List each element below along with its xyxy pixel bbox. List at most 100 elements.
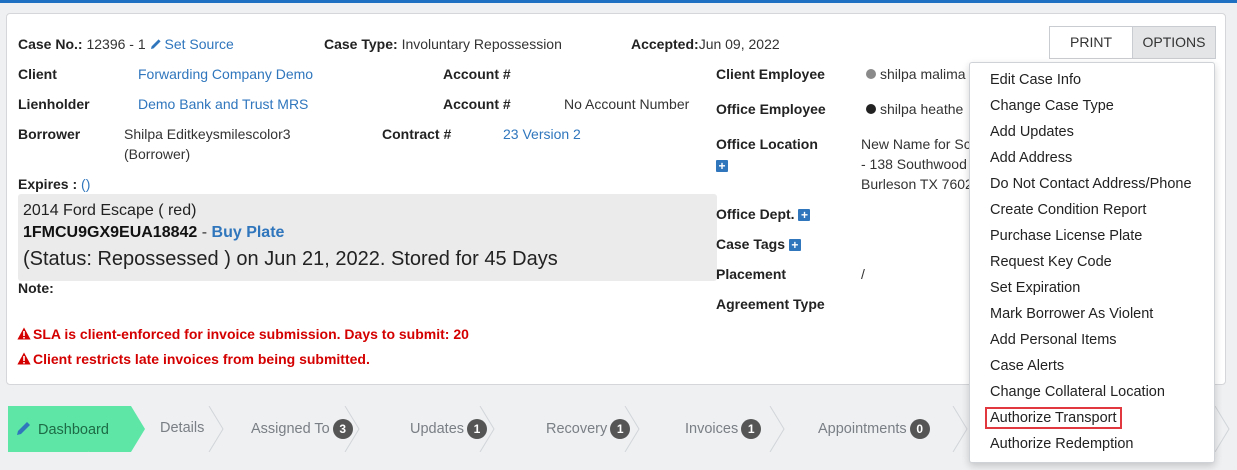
late-invoice-alert-text: Client restricts late invoices from bein…: [33, 351, 370, 367]
menu-item-set-expiration[interactable]: Set Expiration: [970, 275, 1214, 301]
menu-item-add-personal-items[interactable]: Add Personal Items: [970, 327, 1214, 353]
menu-item-change-collateral-location[interactable]: Change Collateral Location: [970, 379, 1214, 405]
accepted-label: Accepted:: [631, 36, 699, 52]
client-employee: shilpa malima: [866, 66, 966, 82]
menu-item-do-not-contact[interactable]: Do Not Contact Address/Phone: [970, 171, 1214, 197]
menu-item-authorize-redemption[interactable]: Authorize Redemption: [970, 431, 1214, 457]
placement-value: /: [861, 266, 865, 282]
options-button[interactable]: OPTIONS: [1132, 26, 1216, 59]
expires-link[interactable]: (): [81, 176, 90, 192]
tab-details-label: Details: [160, 420, 205, 436]
tab-assigned-to[interactable]: Assigned To 3: [251, 419, 353, 439]
tab-invoices-label: Invoices: [685, 421, 739, 437]
tab-appointments[interactable]: Appointments 0: [818, 419, 930, 439]
add-case-tag-plus-icon[interactable]: +: [788, 239, 801, 251]
menu-item-case-alerts[interactable]: Case Alerts: [970, 353, 1214, 379]
office-employee: shilpa heathe: [866, 101, 963, 117]
add-office-dept-plus-icon[interactable]: +: [798, 209, 811, 221]
client-employee-label: Client Employee: [716, 66, 825, 82]
tab-details[interactable]: Details: [160, 420, 204, 436]
office-employee-label: Office Employee: [716, 101, 826, 117]
lienholder-link[interactable]: Demo Bank and Trust MRS: [138, 96, 308, 112]
office-employee-name: shilpa heathe: [880, 101, 964, 117]
tab-invoices[interactable]: Invoices 1: [685, 419, 762, 439]
sla-alert-text: SLA is client-enforced for invoice submi…: [33, 326, 469, 342]
print-button[interactable]: PRINT: [1049, 26, 1133, 59]
case-type-value: Involuntary Repossession: [401, 36, 562, 52]
case-no-label: Case No.:: [18, 36, 83, 52]
set-source-link[interactable]: Set Source: [150, 36, 234, 52]
case-no-value: 12396 - 1: [86, 36, 146, 52]
account-label-1: Account #: [443, 66, 511, 82]
tab-dashboard-label: Dashboard: [38, 422, 109, 438]
vin-separator: -: [197, 224, 212, 241]
menu-item-create-condition-report[interactable]: Create Condition Report: [970, 197, 1214, 223]
buy-plate-link[interactable]: Buy Plate: [212, 224, 285, 241]
menu-item-purchase-license-plate[interactable]: Purchase License Plate: [970, 223, 1214, 249]
borrower-role: (Borrower): [124, 146, 191, 162]
menu-item-mark-borrower-violent[interactable]: Mark Borrower As Violent: [970, 301, 1214, 327]
case-tags-label: Case Tags: [716, 236, 785, 252]
tab-updates[interactable]: Updates 1: [410, 419, 488, 439]
set-source-label: Set Source: [164, 36, 234, 52]
vehicle-status: (Status: Repossessed ) on Jun 21, 2022. …: [23, 248, 558, 270]
menu-item-edit-case-info[interactable]: Edit Case Info: [970, 67, 1214, 93]
vehicle-vin-line: 1FMCU9GX9EUA18842 - Buy Plate: [23, 224, 284, 242]
count-badge: 1: [467, 419, 488, 439]
office-location-label: Office Location: [716, 136, 818, 152]
office-location-line3: Burleson TX 7602: [861, 176, 973, 192]
contract-link[interactable]: 23 Version 2: [503, 126, 581, 142]
count-badge: 3: [332, 419, 353, 439]
add-office-location-button[interactable]: +: [716, 157, 728, 173]
client-label: Client: [18, 66, 57, 82]
borrower-name: Shilpa Editkeysmilescolor3: [124, 126, 291, 142]
client-employee-name: shilpa malima: [880, 66, 966, 82]
menu-item-add-address[interactable]: Add Address: [970, 145, 1214, 171]
agreement-type-label: Agreement Type: [716, 296, 825, 312]
menu-item-request-key-code[interactable]: Request Key Code: [970, 249, 1214, 275]
menu-item-change-case-type[interactable]: Change Case Type: [970, 93, 1214, 119]
pencil-icon: [150, 39, 161, 49]
case-type-label: Case Type:: [324, 36, 398, 52]
status-dot-icon: [866, 69, 876, 79]
case-number: Case No.: 12396 - 1 Set Source: [18, 36, 234, 52]
sla-alert: SLA is client-enforced for invoice submi…: [17, 326, 469, 342]
vehicle-info-box: 2014 Ford Escape ( red) 1FMCU9GX9EUA1884…: [18, 194, 717, 281]
office-dept-label: Office Dept.: [716, 206, 795, 222]
accepted-date: Accepted:Jun 09, 2022: [631, 36, 780, 52]
tab-updates-label: Updates: [410, 421, 465, 437]
vehicle-description: 2014 Ford Escape ( red): [23, 202, 197, 219]
note-label: Note:: [18, 280, 54, 296]
count-badge: 1: [741, 419, 762, 439]
status-dot-icon: [866, 104, 876, 114]
authorize-transport-label: Authorize Transport: [985, 407, 1122, 429]
tab-dashboard[interactable]: Dashboard: [16, 420, 109, 438]
tab-appointments-label: Appointments: [818, 421, 907, 437]
placement-label: Placement: [716, 266, 787, 282]
tab-recovery[interactable]: Recovery 1: [546, 419, 631, 439]
accepted-value: Jun 09, 2022: [698, 36, 780, 52]
tab-assigned-to-label: Assigned To: [251, 421, 330, 437]
office-dept: Office Dept. +: [716, 206, 811, 222]
warning-icon: [17, 327, 31, 340]
office-location-line1: New Name for Sc: [861, 136, 971, 152]
expires-label: Expires :: [18, 176, 78, 192]
top-accent-bar: [0, 0, 1237, 3]
office-location-line2: - 138 Southwood: [861, 156, 967, 172]
count-badge: 0: [909, 419, 930, 439]
case-tags: Case Tags +: [716, 236, 801, 252]
menu-item-add-updates[interactable]: Add Updates: [970, 119, 1214, 145]
account-value-2: No Account Number: [564, 96, 690, 112]
plus-icon: +: [716, 160, 728, 172]
count-badge: 1: [610, 419, 631, 439]
tab-recovery-label: Recovery: [546, 421, 608, 437]
lienholder-label: Lienholder: [18, 96, 90, 112]
vehicle-vin: 1FMCU9GX9EUA18842: [23, 224, 198, 241]
menu-item-authorize-transport[interactable]: Authorize Transport: [970, 405, 1214, 431]
expires: Expires : (): [18, 176, 90, 192]
client-link[interactable]: Forwarding Company Demo: [138, 66, 313, 82]
options-dropdown-menu: Edit Case Info Change Case Type Add Upda…: [969, 62, 1215, 463]
borrower-label: Borrower: [18, 126, 81, 142]
contract-label: Contract #: [382, 126, 452, 142]
warning-icon: [17, 352, 31, 365]
